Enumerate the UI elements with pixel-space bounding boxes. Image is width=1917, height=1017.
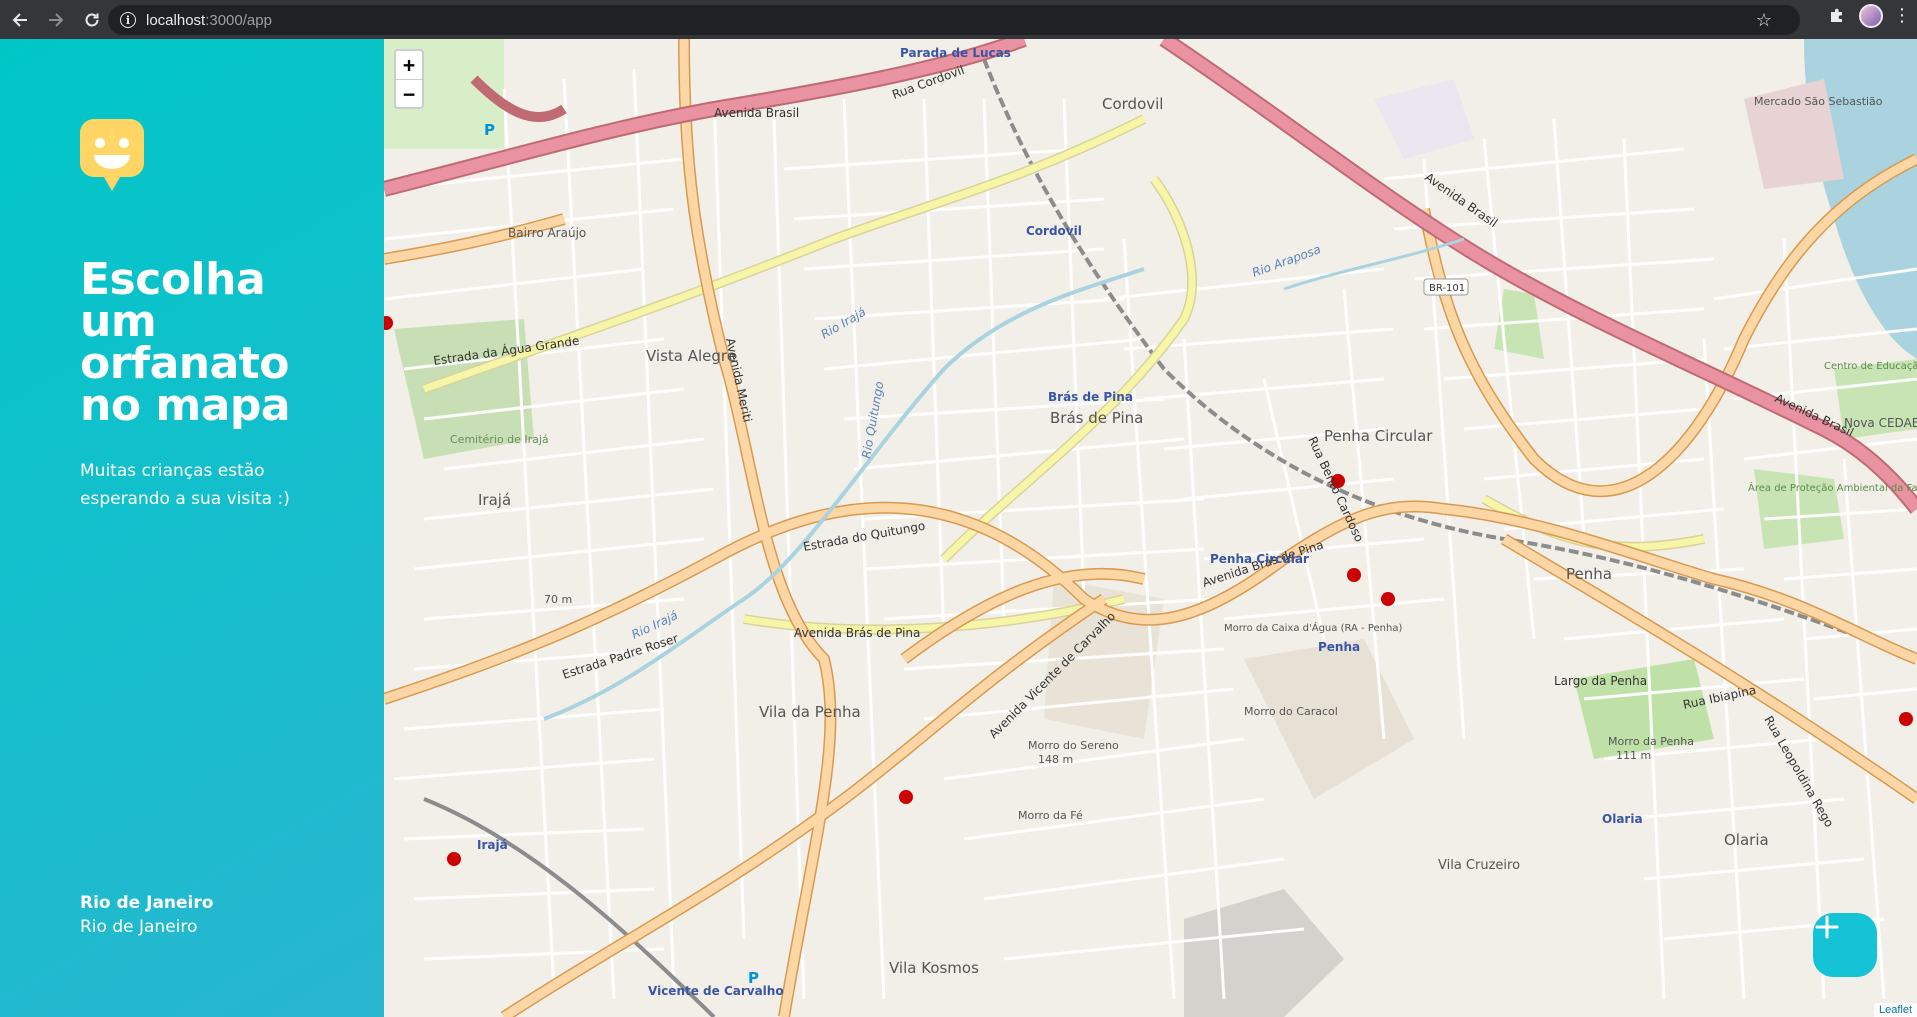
map-label: Mercado São Sebastião — [1754, 95, 1883, 108]
map-label: Penha — [1566, 565, 1612, 583]
hospital-icon — [1899, 712, 1913, 726]
water-label: Rio Araposa — [1250, 242, 1322, 280]
url-path: :3000/app — [205, 11, 272, 29]
create-orphanage-button[interactable] — [1813, 913, 1877, 977]
state-name: Rio de Janeiro — [80, 917, 198, 937]
hill-area — [1244, 639, 1414, 799]
station-label: Cordovil — [1026, 224, 1082, 238]
map-tiles[interactable]: P P Vista Alegre Brás de Pina Penha Circ… — [384, 39, 1917, 1017]
browser-toolbar: i localhost:3000/app ☆ ⋮ — [0, 0, 1917, 39]
zoom-in-button[interactable]: + — [396, 51, 422, 79]
map[interactable]: P P Vista Alegre Brás de Pina Penha Circ… — [384, 39, 1917, 1017]
station-label: Penha — [1318, 640, 1360, 654]
map-label: Olaria — [1724, 831, 1769, 849]
street-label: Avenida Brasil — [714, 106, 799, 120]
map-label: Bairro Araújo — [508, 226, 586, 240]
address-bar[interactable]: i localhost:3000/app ☆ — [108, 5, 1800, 35]
location-footer: Rio de Janeiro Rio de Janeiro — [80, 891, 213, 939]
title-line: um — [80, 296, 157, 347]
map-label: Vista Alegre — [646, 347, 736, 365]
map-label: Vila Cruzeiro — [1438, 858, 1520, 873]
rock-area — [1184, 889, 1344, 1017]
station-label: Irajá — [477, 838, 508, 852]
info-icon[interactable]: i — [120, 12, 136, 28]
title-line: no mapa — [80, 380, 291, 431]
water-label: Rio Quitungo — [859, 380, 886, 459]
water-label: Rio Irajá — [819, 305, 869, 342]
hospital-icon — [384, 316, 393, 330]
station-label: Penha Circular — [1210, 552, 1309, 566]
zoom-out-button[interactable]: − — [396, 79, 422, 107]
zoom-control: + − — [394, 49, 424, 109]
back-button[interactable] — [4, 4, 36, 36]
map-label: Área de Proteção Ambiental da Fazendinha… — [1748, 481, 1917, 494]
map-label: Vila Kosmos — [889, 959, 979, 977]
forward-button[interactable] — [40, 4, 72, 36]
toolbar-actions: ⋮ — [1825, 4, 1911, 28]
primary-roads — [384, 39, 1917, 1017]
map-label: 148 m — [1038, 753, 1073, 766]
street-label: Largo da Penha — [1554, 674, 1647, 688]
parking-icon: P — [484, 121, 495, 139]
primary-roads-casing — [384, 39, 1917, 1017]
reload-button[interactable] — [76, 4, 108, 36]
puzzle-icon[interactable] — [1825, 4, 1849, 28]
city-name: Rio de Janeiro — [80, 893, 214, 913]
sidebar: Escolha um orfanato no mapa Muitas crian… — [0, 39, 384, 1017]
map-label: Morro do Caracol — [1244, 705, 1338, 718]
hospital-icon — [899, 790, 913, 804]
smiley-pin-logo — [80, 119, 144, 191]
avatar[interactable] — [1859, 4, 1883, 28]
station-label: Brás de Pina — [1048, 390, 1133, 404]
map-label: Morro da Fé — [1018, 809, 1083, 822]
hospital-icon — [447, 852, 461, 866]
station-label: Vicente de Carvalho — [648, 984, 784, 998]
url-text[interactable]: localhost:3000/app — [146, 12, 272, 29]
map-attribution[interactable]: Leaflet — [1873, 1003, 1917, 1017]
star-icon[interactable]: ☆ — [1756, 10, 1772, 31]
reload-icon — [85, 13, 99, 26]
map-label: Centro de Educação Físico Almirante Adal… — [1824, 360, 1917, 372]
station-labels: Parada de Lucas Cordovil Brás de Pina Pe… — [477, 46, 1643, 998]
urban-area — [1374, 79, 1474, 159]
map-label: Cordovil — [1102, 95, 1163, 113]
map-label: 70 m — [544, 593, 572, 606]
station-label: Parada de Lucas — [900, 46, 1011, 60]
hospital-icon — [1381, 592, 1395, 606]
map-label: Irajá — [478, 491, 511, 509]
map-label: 111 m — [1616, 749, 1651, 762]
kebab-icon[interactable]: ⋮ — [1893, 7, 1911, 25]
route-shield: BR-101 — [1429, 283, 1465, 294]
minor-streets — [384, 68, 1917, 1000]
map-label: Morro da Penha — [1608, 735, 1694, 748]
street-label: Avenida Brás de Pina — [794, 626, 920, 640]
map-label: Vila da Penha — [759, 703, 861, 721]
url-host: localhost — [146, 11, 206, 29]
page-title: Escolha um orfanato no mapa — [80, 254, 340, 431]
title-line: orfanato — [80, 338, 290, 389]
map-label: Penha Circular — [1324, 427, 1433, 445]
hospital-icon — [1347, 568, 1361, 582]
arrow-left-icon — [12, 12, 27, 27]
map-label: Brás de Pina — [1050, 409, 1143, 427]
map-label: Morro da Caixa d'Água (RA - Penha) — [1224, 621, 1402, 634]
map-label: Cemitério de Irajá — [450, 433, 549, 446]
arrow-right-icon — [49, 12, 64, 27]
subtitle: Muitas crianças estão esperando a sua vi… — [80, 461, 290, 509]
station-label: Olaria — [1602, 812, 1643, 826]
br101-shield: BR-101 — [1423, 278, 1469, 296]
map-label: Morro do Sereno — [1028, 739, 1119, 752]
plus-icon — [1815, 915, 1839, 939]
title-line: Escolha — [80, 254, 266, 305]
